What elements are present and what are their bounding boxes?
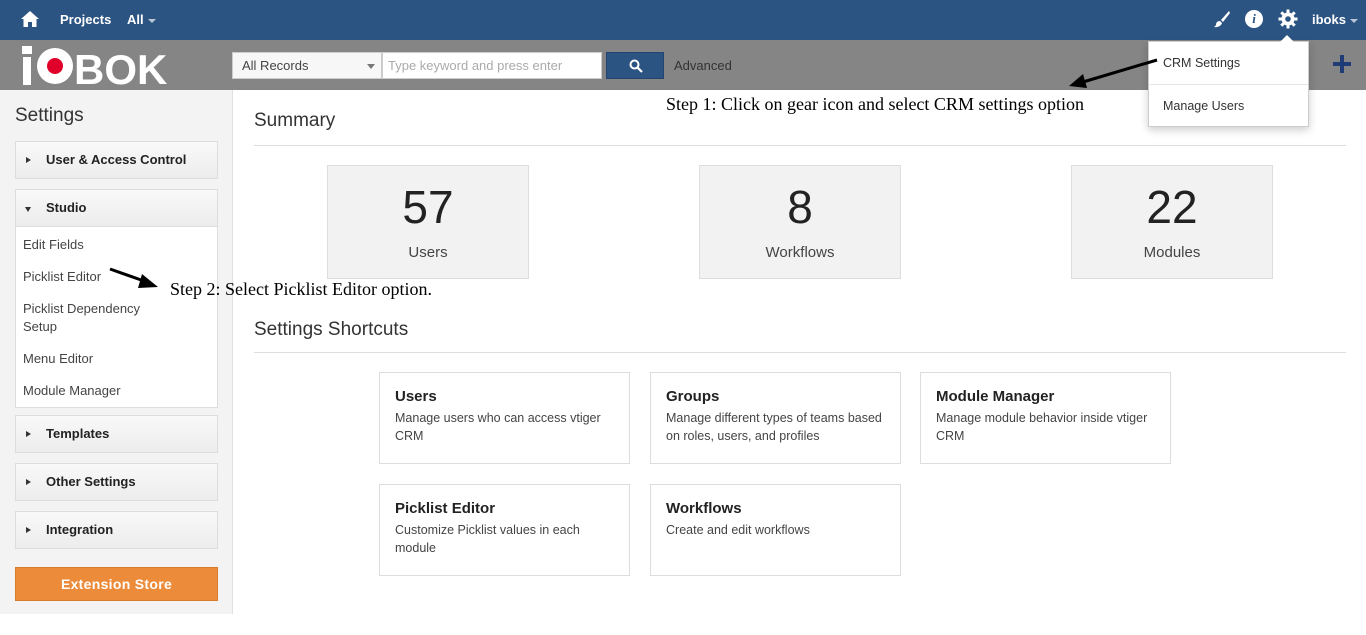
records-select[interactable]: All Records — [232, 52, 382, 79]
shortcut-desc: Manage different types of teams based on… — [666, 411, 882, 443]
shortcut-desc: Customize Picklist values in each module — [395, 523, 580, 555]
search-icon — [629, 59, 643, 73]
sidebar-title: Settings — [15, 105, 84, 126]
chevron-down-icon — [25, 207, 31, 212]
settings-sidebar: Settings User & Access Control Studio Ed… — [0, 90, 233, 614]
stat-card-modules[interactable]: 22 Modules — [1071, 165, 1273, 279]
stat-label: Modules — [1143, 244, 1201, 261]
shortcut-title: Groups — [666, 388, 720, 405]
search-button[interactable] — [606, 52, 664, 79]
section-label: Other Settings — [46, 474, 136, 489]
top-navbar: Projects All i iboks — [0, 0, 1366, 40]
chevron-right-icon — [26, 527, 31, 533]
shortcut-users[interactable]: Users Manage users who can access vtiger… — [379, 372, 630, 464]
menu-item-crm-settings[interactable]: CRM Settings — [1149, 42, 1308, 84]
stat-label: Users — [408, 244, 448, 261]
svg-text:BOKS: BOKS — [74, 46, 168, 87]
shortcut-title: Picklist Editor — [395, 500, 496, 517]
user-name: iboks — [1312, 12, 1346, 27]
stat-value: 8 — [787, 181, 813, 233]
chevron-right-icon — [26, 479, 31, 485]
home-icon[interactable] — [20, 9, 40, 29]
chevron-down-icon — [1349, 18, 1358, 23]
section-label: Templates — [46, 426, 110, 441]
stat-card-workflows[interactable]: 8 Workflows — [699, 165, 901, 279]
step1-annotation: Step 1: Click on gear icon and select CR… — [666, 94, 1084, 114]
shortcut-desc: Manage module behavior inside vtiger CRM — [936, 411, 1148, 443]
stat-value: 22 — [1146, 181, 1198, 233]
nav-all-label: All — [127, 12, 144, 27]
sidebar-item-menu-editor[interactable]: Menu Editor — [16, 347, 217, 379]
advanced-search-link[interactable]: Advanced — [674, 58, 732, 73]
chevron-down-icon — [147, 18, 156, 23]
sidebar-section-templates[interactable]: Templates — [15, 415, 218, 453]
section-label: User & Access Control — [46, 152, 187, 167]
sidebar-item-edit-fields[interactable]: Edit Fields — [16, 233, 217, 265]
stat-card-users[interactable]: 57 Users — [327, 165, 529, 279]
divider — [254, 352, 1346, 353]
user-menu[interactable]: iboks — [1312, 12, 1358, 27]
info-icon[interactable]: i — [1245, 10, 1263, 28]
shortcut-desc: Create and edit workflows — [666, 523, 810, 537]
stat-label: Workflows — [765, 244, 835, 261]
divider — [254, 145, 1346, 146]
sidebar-section-other-settings[interactable]: Other Settings — [15, 463, 218, 501]
sidebar-item-picklist-dependency[interactable]: Picklist Dependency Setup — [16, 297, 156, 347]
chevron-right-icon — [26, 157, 31, 163]
search-input[interactable] — [382, 52, 602, 79]
settings-dropdown-menu: CRM Settings Manage Users — [1148, 35, 1309, 127]
shortcut-desc: Manage users who can access vtiger CRM — [395, 411, 601, 443]
nav-projects[interactable]: Projects — [60, 12, 111, 27]
extension-store-button[interactable]: Extension Store — [15, 567, 218, 601]
sidebar-item-module-manager[interactable]: Module Manager — [16, 379, 217, 403]
brush-icon[interactable] — [1213, 10, 1231, 28]
shortcut-title: Users — [395, 388, 437, 405]
shortcut-picklist-editor[interactable]: Picklist Editor Customize Picklist value… — [379, 484, 630, 576]
shortcuts-title: Settings Shortcuts — [254, 319, 409, 340]
section-label: Integration — [46, 522, 114, 537]
shortcut-groups[interactable]: Groups Manage different types of teams b… — [650, 372, 901, 464]
chevron-down-icon — [367, 64, 375, 69]
stat-value: 57 — [402, 181, 454, 233]
records-select-value: All Records — [242, 58, 309, 73]
shortcut-module-manager[interactable]: Module Manager Manage module behavior in… — [920, 372, 1171, 464]
shortcut-title: Workflows — [666, 500, 742, 517]
summary-title: Summary — [254, 110, 336, 131]
sidebar-section-user-access[interactable]: User & Access Control — [15, 141, 218, 179]
plus-icon[interactable] — [1332, 54, 1352, 74]
chevron-right-icon — [26, 431, 31, 437]
shortcut-title: Module Manager — [936, 388, 1055, 405]
gear-icon[interactable] — [1278, 9, 1298, 29]
step2-annotation: Step 2: Select Picklist Editor option. — [170, 279, 432, 299]
shortcut-workflows[interactable]: Workflows Create and edit workflows — [650, 484, 901, 576]
iboks-logo[interactable]: BOKS — [18, 43, 168, 87]
step1-arrow-icon — [1069, 58, 1158, 88]
section-label: Studio — [46, 200, 87, 215]
nav-all-dropdown[interactable]: All — [127, 12, 156, 27]
step2-arrow-icon — [109, 267, 158, 288]
sidebar-section-integration[interactable]: Integration — [15, 511, 218, 549]
menu-item-manage-users[interactable]: Manage Users — [1149, 85, 1308, 127]
